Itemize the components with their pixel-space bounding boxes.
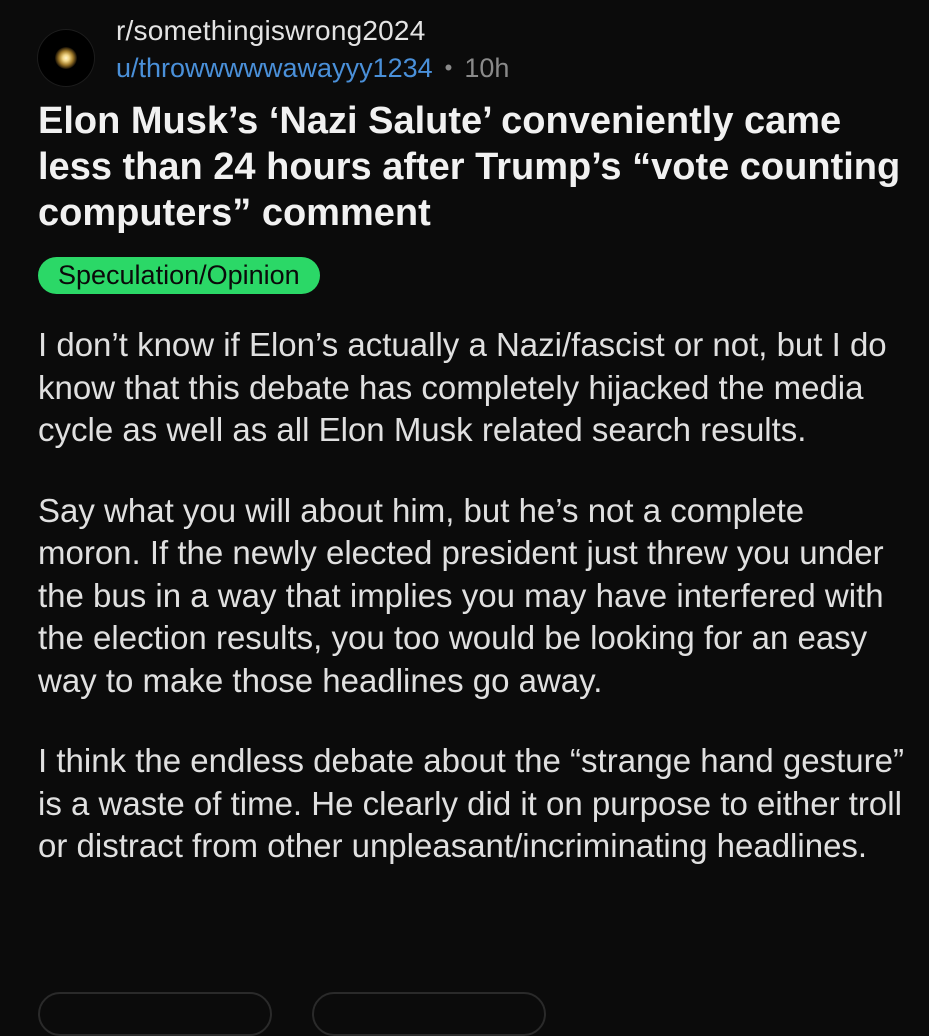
avatar-image-icon — [55, 47, 77, 69]
post-title[interactable]: Elon Musk’s ‘Nazi Salute’ conveniently c… — [38, 98, 908, 236]
subreddit-avatar[interactable] — [38, 30, 94, 86]
body-paragraph: I don’t know if Elon’s actually a Nazi/f… — [38, 326, 887, 448]
post-view: r/somethingiswrong2024 u/throwwwwwawayyy… — [0, 0, 929, 1036]
separator-dot: • — [444, 55, 453, 80]
username-link[interactable]: u/throwwwwwawayyy1234 — [116, 50, 433, 86]
comments-button[interactable] — [312, 992, 546, 1036]
post-meta: r/somethingiswrong2024 u/throwwwwwawayyy… — [116, 14, 509, 86]
post-body: I don’t know if Elon’s actually a Nazi/f… — [38, 324, 908, 906]
flair-badge[interactable]: Speculation/Opinion — [38, 257, 320, 294]
post-age: 10h — [464, 53, 510, 83]
action-bar — [38, 992, 546, 1036]
vote-button[interactable] — [38, 992, 272, 1036]
author-line: u/throwwwwwawayyy1234 • 10h — [116, 50, 509, 86]
body-paragraph: I think the endless debate about the “st… — [38, 742, 904, 864]
post-header: r/somethingiswrong2024 u/throwwwwwawayyy… — [38, 14, 509, 86]
subreddit-link[interactable]: r/somethingiswrong2024 — [116, 14, 509, 48]
body-paragraph: Say what you will about him, but he’s no… — [38, 491, 884, 699]
